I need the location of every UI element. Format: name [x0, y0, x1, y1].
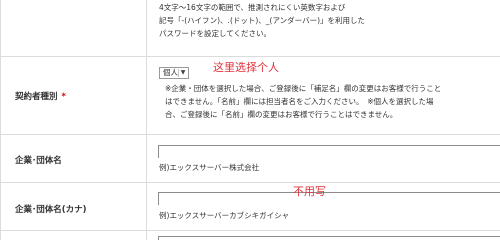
company-kana-example: 例)エックスサーバーカブシキガイシャ	[159, 211, 290, 220]
contract-type-label-text: 契約者種別	[15, 92, 58, 102]
contract-type-row: 契約者種別 * 個人 ▼ 这里选择个人 ※企業・団体を選択した場合、ご登録後に「補…	[1, 57, 500, 135]
column-divider	[146, 135, 147, 182]
next-row	[1, 231, 500, 240]
registration-form: 4文字～16文字の範囲で、推測されにくい英数字および 記号「-(ハイフン)、.(…	[0, 0, 500, 240]
password-hint: 4文字～16文字の範囲で、推測されにくい英数字および 記号「-(ハイフン)、.(…	[159, 1, 365, 40]
password-hint-line: パスワードを設定してください。	[159, 29, 272, 38]
contract-type-select[interactable]: 個人 ▼	[159, 67, 189, 79]
contract-type-notes: ※企業・団体を選択した場合、ご登録後に「補足名」欄の変更はお客様で行うこと はで…	[165, 82, 441, 121]
company-name-label: 企業･団体名	[15, 156, 62, 166]
next-input[interactable]	[158, 236, 500, 240]
column-divider	[146, 0, 147, 56]
contract-type-note-line: ※企業・団体を選択した場合、ご登録後に「補足名」欄の変更はお客様で行うこと	[165, 84, 442, 93]
chevron-down-icon: ▼	[178, 69, 187, 77]
column-divider	[146, 57, 147, 134]
contract-type-selected-value: 個人	[163, 68, 178, 77]
company-name-row: 企業･団体名 例)エックスサーバー株式会社	[1, 135, 500, 183]
contract-type-note-line: 合、ご登録後に「名前」欄の変更はお客様で行うことはできません。	[165, 110, 398, 119]
password-hint-line: 4文字～16文字の範囲で、推測されにくい英数字および	[159, 3, 346, 12]
annotation-not-needed: 不用写	[293, 185, 326, 198]
company-name-example: 例)エックスサーバー株式会社	[159, 163, 260, 172]
column-divider	[146, 183, 147, 230]
company-kana-label: 企業･団体名(カナ)	[15, 205, 87, 215]
password-hint-line: 記号「-(ハイフン)、.(ドット)、_(アンダーバー)」を利用した	[159, 16, 366, 25]
company-kana-row: 企業･団体名(カナ) 不用写 例)エックスサーバーカブシキガイシャ	[1, 183, 500, 231]
company-kana-input[interactable]	[158, 192, 500, 205]
required-mark: *	[61, 92, 66, 102]
contract-type-note-line: はできません。「名前」欄には担当者名をご入力ください。 ※個人を選択した場	[165, 97, 434, 106]
annotation-select-individual: 这里选择个人	[213, 61, 279, 74]
column-divider	[146, 231, 147, 240]
company-name-input[interactable]	[158, 145, 500, 158]
contract-type-label: 契約者種別 *	[15, 90, 66, 102]
password-row: 4文字～16文字の範囲で、推測されにくい英数字および 記号「-(ハイフン)、.(…	[1, 0, 500, 57]
